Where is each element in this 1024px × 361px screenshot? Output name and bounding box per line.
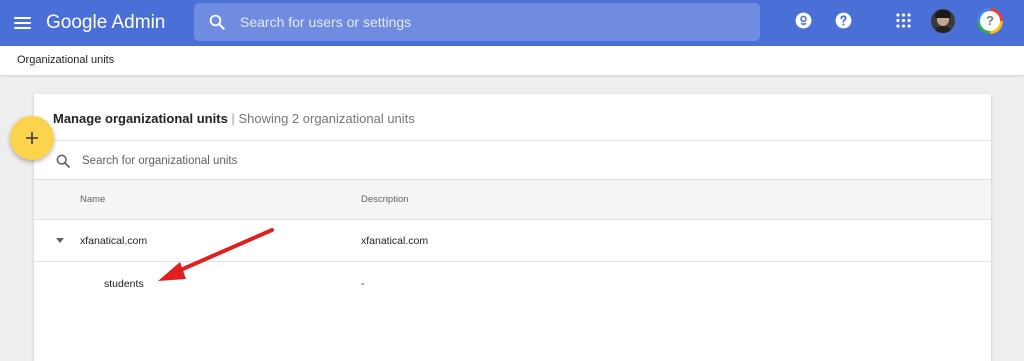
breadcrumb-item[interactable]: Organizational units bbox=[17, 54, 114, 66]
org-unit-name[interactable]: xfanatical.com bbox=[80, 235, 147, 247]
account-avatar[interactable] bbox=[931, 9, 955, 33]
search-icon bbox=[209, 14, 225, 30]
global-search-input[interactable] bbox=[240, 12, 740, 32]
help-assistant-icon[interactable]: ? bbox=[977, 8, 1003, 34]
global-search[interactable] bbox=[194, 3, 760, 41]
support-icon[interactable] bbox=[794, 11, 813, 30]
add-org-unit-button[interactable] bbox=[10, 116, 54, 160]
column-header-name[interactable]: Name bbox=[80, 194, 105, 205]
org-unit-description: xfanatical.com bbox=[361, 235, 429, 247]
table-row[interactable]: students - bbox=[34, 262, 991, 304]
org-unit-description: - bbox=[361, 278, 365, 290]
brand-title[interactable]: Google Admin bbox=[46, 10, 165, 36]
search-icon bbox=[56, 154, 70, 168]
card-title: Manage organizational units | Showing 2 … bbox=[53, 111, 415, 126]
app-bar: Google Admin ? bbox=[0, 0, 1024, 46]
table-header: Name Description bbox=[34, 180, 991, 220]
apps-grid-icon[interactable] bbox=[894, 11, 913, 30]
page-title: Manage organizational units bbox=[53, 111, 228, 126]
org-unit-search-input[interactable] bbox=[82, 152, 682, 170]
expand-caret-icon[interactable] bbox=[56, 238, 64, 243]
org-unit-name[interactable]: students bbox=[104, 278, 144, 290]
column-header-description[interactable]: Description bbox=[361, 194, 409, 205]
table-row[interactable]: xfanatical.com xfanatical.com bbox=[34, 220, 991, 262]
menu-icon[interactable] bbox=[13, 13, 33, 33]
org-units-card: Manage organizational units | Showing 2 … bbox=[34, 94, 991, 361]
org-unit-search[interactable] bbox=[34, 140, 991, 180]
unit-count: Showing 2 organizational units bbox=[238, 111, 415, 126]
plus-icon bbox=[26, 132, 38, 144]
breadcrumb: Organizational units bbox=[0, 46, 1024, 76]
help-icon[interactable] bbox=[834, 11, 853, 30]
title-separator: | bbox=[231, 111, 235, 126]
